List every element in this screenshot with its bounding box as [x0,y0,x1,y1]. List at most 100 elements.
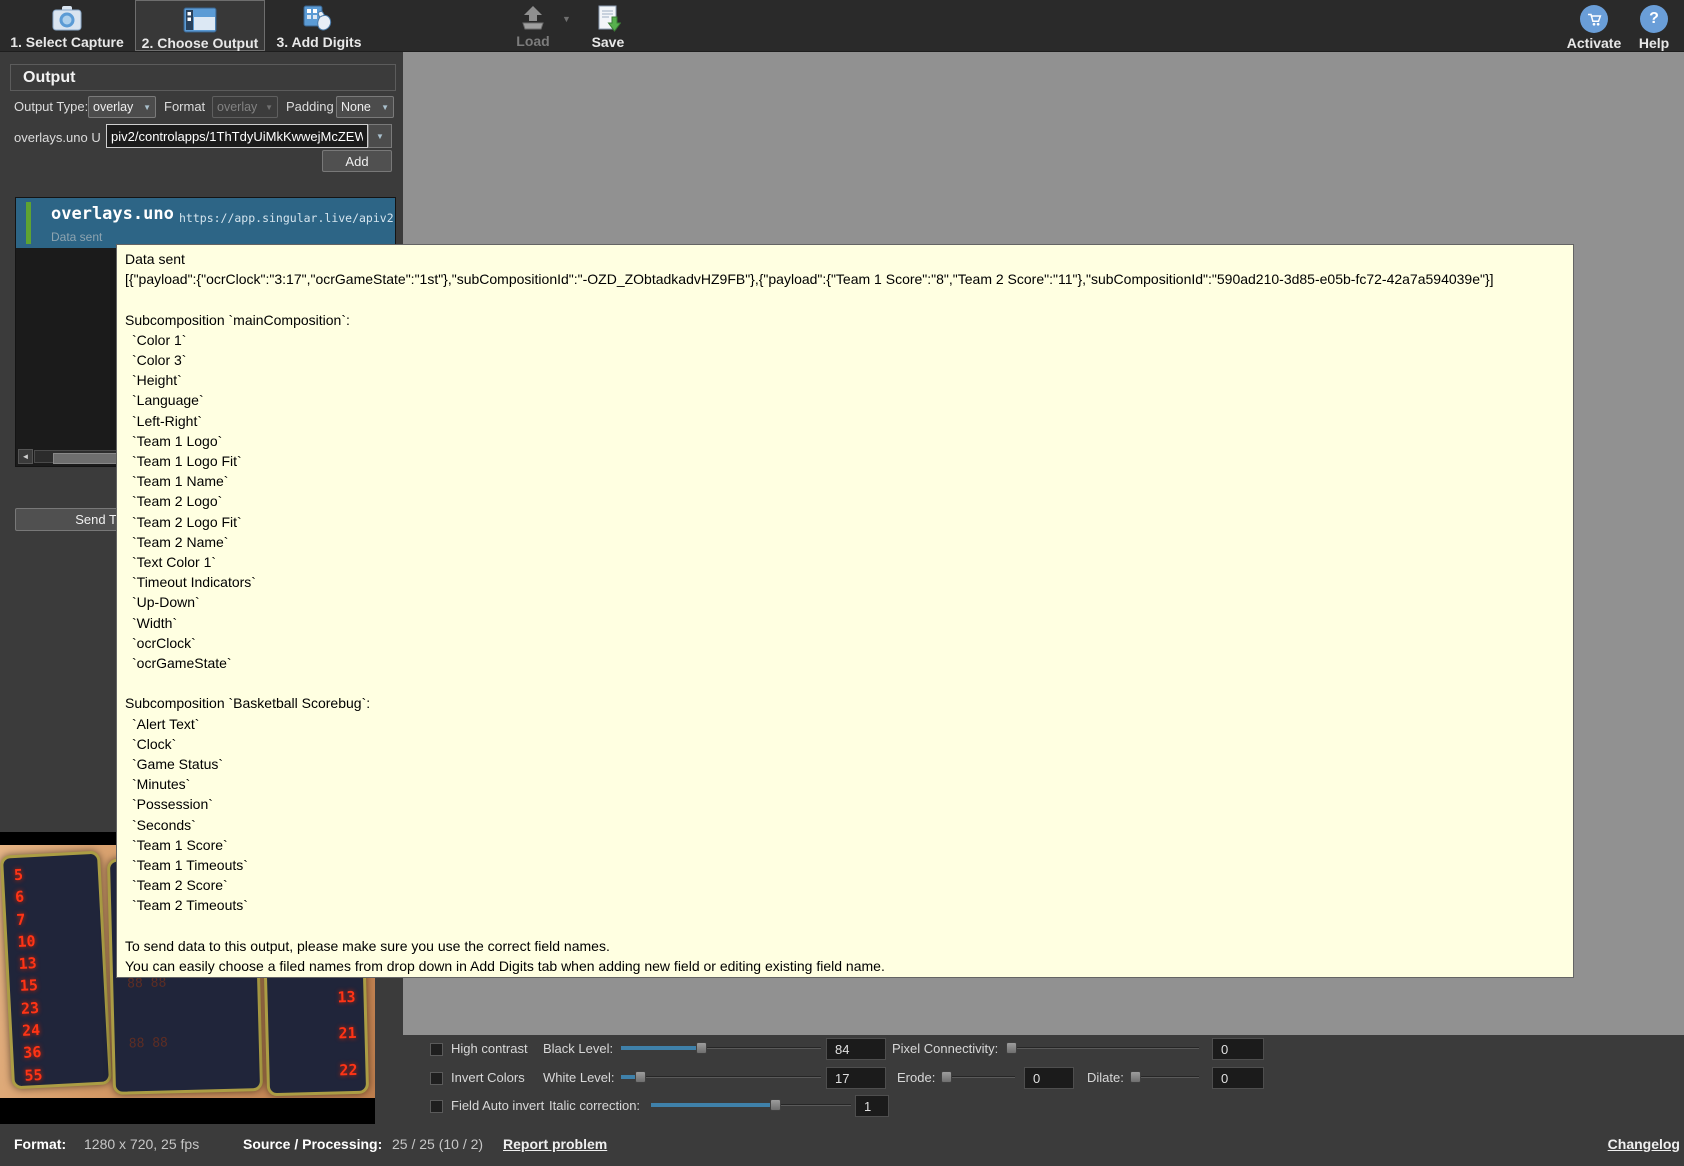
composition-field: `Team 1 Name` [125,471,1565,491]
tooltip-payload: [{"payload":{"ocrClock":"3:17","ocrGameS… [125,269,1565,289]
load-icon [519,5,547,31]
pixel-connectivity-slider[interactable] [1006,1042,1199,1054]
led-digit: 23 [20,997,39,1020]
chevron-down-icon: ▼ [265,103,273,112]
led-digit: 24 [22,1019,41,1042]
composition-field: `Team 2 Logo` [125,491,1565,511]
tooltip-footer-2: You can easily choose a filed names from… [125,956,1565,976]
tab-label: 3. Add Digits [276,34,361,50]
add-button[interactable]: Add [322,150,392,172]
composition-field: `Minutes` [125,774,1565,794]
composition-field: `Alert Text` [125,714,1565,734]
white-level-value[interactable]: 17 [826,1067,886,1089]
invert-colors-checkbox[interactable] [430,1072,443,1085]
help-button[interactable]: ? Help [1630,0,1678,51]
padding-value: None [341,100,378,114]
activate-label: Activate [1567,35,1621,51]
high-contrast-checkbox[interactable] [430,1043,443,1056]
format-dropdown: overlay ▼ [212,96,278,118]
main-composition-header: Subcomposition `mainComposition`: [125,310,1565,330]
composition-field: `Color 3` [125,350,1565,370]
pixel-connectivity-value[interactable]: 0 [1212,1038,1264,1060]
tab-add-digits[interactable]: 3. Add Digits [268,0,370,51]
composition-field: `Up-Down` [125,592,1565,612]
padding-label: Padding [286,99,334,114]
led-digit-column-left: 56710131523243655 [13,863,43,1087]
tooltip-title: Data sent [125,249,1565,269]
tab-choose-output[interactable]: 2. Choose Output [135,0,265,51]
output-list-item[interactable]: overlays.uno https://app.singular.live/a… [16,198,395,248]
composition-field: `Team 1 Logo` [125,431,1565,451]
url-dropdown-arrow[interactable]: ▼ [368,124,392,148]
output-item-name: overlays.uno [51,204,174,224]
save-button[interactable]: Save [583,0,633,51]
app-window: 1. Select Capture 2. Choose Output [0,0,1684,1166]
help-label: Help [1639,35,1669,51]
processing-status-value: 25 / 25 (10 / 2) [392,1136,483,1152]
url-input[interactable] [106,124,368,148]
composition-field: `Team 1 Logo Fit` [125,451,1565,471]
led-digit: 21 [338,1015,357,1052]
save-label: Save [592,34,625,50]
composition-field: `Team 1 Timeouts` [125,855,1565,875]
italic-correction-value[interactable]: 1 [855,1095,889,1117]
output-type-dropdown[interactable]: overlay ▼ [88,96,156,118]
load-label: Load [516,33,549,49]
chevron-down-icon: ▼ [143,103,151,112]
white-level-label: White Level: [543,1070,615,1085]
keypad-hand-icon [302,5,336,32]
composition-field: `Team 2 Score` [125,875,1565,895]
composition-field: `Height` [125,370,1565,390]
led-digit: 7 [16,908,35,931]
toolbar-spacer [633,0,1558,51]
activate-button[interactable]: Activate [1558,0,1630,51]
status-indicator-bar [26,202,31,244]
dilate-value[interactable]: 0 [1212,1067,1264,1089]
white-level-slider[interactable] [621,1071,821,1083]
high-contrast-label: High contrast [451,1041,528,1056]
save-icon [595,5,621,32]
report-problem-link[interactable]: Report problem [503,1136,607,1152]
load-button[interactable]: Load [508,0,558,51]
composition-field: `Width` [125,613,1565,633]
black-level-value[interactable]: 84 [826,1038,886,1060]
main-toolbar: 1. Select Capture 2. Choose Output [0,0,1684,52]
dilate-slider[interactable] [1130,1071,1199,1083]
scoreboard-panel-left: 56710131523243655 [0,851,112,1090]
format-status-value: 1280 x 720, 25 fps [84,1136,199,1152]
black-level-slider[interactable] [621,1042,821,1054]
format-value: overlay [217,100,262,114]
composition-field: `Team 2 Name` [125,532,1565,552]
composition-field: `ocrClock` [125,633,1565,653]
output-type-label: Output Type: [14,99,88,114]
help-icon: ? [1640,5,1668,33]
led-digit: 5 [13,863,32,886]
scroll-left-button[interactable]: ◄ [18,449,33,464]
led-digit: 6 [15,885,34,908]
erode-value[interactable]: 0 [1024,1067,1074,1089]
led-digit: 36 [23,1041,42,1064]
composition-field: `ocrGameState` [125,653,1565,673]
composition-field: `Game Status` [125,754,1565,774]
ghost-digits: 88 88 [128,1028,168,1059]
composition-field: `Possession` [125,794,1565,814]
field-auto-invert-checkbox[interactable] [430,1100,443,1113]
erode-slider[interactable] [941,1071,1015,1083]
pixel-connectivity-label: Pixel Connectivity: [892,1041,998,1056]
tooltip-footer-1: To send data to this output, please make… [125,936,1565,956]
data-sent-tooltip: Data sent [{"payload":{"ocrClock":"3:17"… [116,244,1574,978]
tab-select-capture[interactable]: 1. Select Capture [2,0,132,51]
output-type-value: overlay [93,100,140,114]
dilate-label: Dilate: [1087,1070,1124,1085]
italic-correction-label: Italic correction: [549,1098,640,1113]
format-label: Format [164,99,205,114]
padding-dropdown[interactable]: None ▼ [336,96,394,118]
composition-field: `Timeout Indicators` [125,572,1565,592]
italic-correction-slider[interactable] [651,1099,851,1111]
load-dropdown-chevron[interactable]: ▼ [562,14,571,24]
url-label: overlays.uno U [14,130,101,145]
composition-field: `Team 2 Timeouts` [125,895,1565,915]
composition-field: `Clock` [125,734,1565,754]
led-digit: 15 [19,974,38,997]
changelog-link[interactable]: Changelog [1608,1136,1680,1152]
